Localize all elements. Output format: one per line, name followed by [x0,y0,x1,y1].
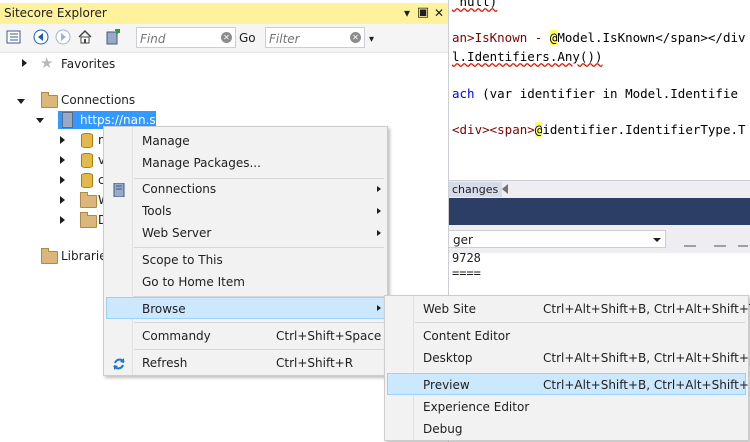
output-line: ==== [452,266,481,280]
dropdown-icon[interactable]: ▾ [400,5,414,21]
code-editor[interactable]: null) an>IsKnown - @Model.IsKnown</span>… [448,0,750,182]
database-icon [81,173,93,188]
code-line: l.Identifiers.Any()) [452,49,603,64]
output-line: 9728 [452,251,481,265]
back-icon[interactable] [33,29,49,45]
chevron-down-icon [653,238,661,242]
collapse-icon[interactable] [17,99,25,104]
submenu-arrow-icon [377,186,381,192]
forward-icon[interactable] [55,29,71,45]
menu-item-content-editor[interactable]: Content Editor [387,325,746,347]
menu-item-connections[interactable]: Connections [106,178,385,200]
code-line: <div><span>@identifier.IdentifierType.T [452,122,746,137]
align-icon[interactable] [714,233,726,247]
clear-icon[interactable]: ✕ [221,32,232,43]
menu-item-manage-packages[interactable]: Manage Packages... [106,152,385,174]
expand-icon[interactable] [60,176,65,184]
output-toolbar: ger [448,225,750,253]
explorer-toolbar: ✕ Go ✕ ▾ [0,24,448,53]
menu-separator [134,247,384,248]
expand-icon[interactable] [22,59,27,67]
align-icon[interactable] [684,233,696,247]
expand-icon[interactable] [60,156,65,164]
menu-item-experience-editor[interactable]: Experience Editor [387,396,746,418]
expand-icon[interactable] [60,196,65,204]
menu-item-web-server[interactable]: Web Server [106,222,385,244]
properties-icon[interactable] [6,29,22,45]
filter-input[interactable] [266,28,350,49]
menu-item-browse[interactable]: Browse [106,297,385,319]
panel-title: Sitecore Explorer [4,6,107,20]
menu-item-scope-to-this[interactable]: Scope to This [106,249,385,271]
output-source-select[interactable]: ger [448,230,666,248]
tab-changes[interactable]: changes [448,182,503,197]
submenu-arrow-icon [377,230,381,236]
folder-icon [41,92,58,108]
submenu-arrow-icon [377,208,381,214]
pin-icon[interactable]: ▣ [416,5,430,21]
folder-icon [80,212,97,228]
home-icon[interactable] [77,29,93,45]
find-box: ✕ [136,27,236,49]
menu-item-preview[interactable]: Preview Ctrl+Alt+Shift+B, Ctrl+Alt+Shift+… [387,373,750,395]
menu-separator [134,349,384,350]
menu-item-go-to-home[interactable]: Go to Home Item [106,271,385,293]
filter-box: ✕ [265,27,365,49]
tree-item-connections[interactable]: Connections [61,93,135,107]
code-line: an>IsKnown - @Model.IsKnown</span></div [452,30,746,45]
menu-item-manage[interactable]: Manage [106,130,385,152]
server-icon [62,112,73,128]
menu-item-desktop[interactable]: Desktop Ctrl+Alt+Shift+B, Ctrl+Alt+Shift+… [387,347,750,369]
expand-icon[interactable] [60,136,65,144]
overflow-icon[interactable]: ▾ [369,34,374,45]
go-button[interactable]: Go [239,31,256,45]
clear-icon[interactable]: ✕ [350,32,361,43]
close-icon[interactable]: ✕ [432,5,446,21]
output-source-value: ger [453,233,473,247]
menu-item-debug[interactable]: Debug [387,418,746,440]
code-line: ach (var identifier in Model.Identifie [452,86,738,101]
new-connection-icon[interactable] [105,28,121,45]
collapse-icon[interactable] [36,118,44,123]
align-icon[interactable] [738,233,748,247]
folder-icon [80,192,97,208]
tree-item-server[interactable]: https://nan.sc [80,113,162,127]
find-input[interactable] [137,28,221,49]
code-line: null) [452,0,498,9]
scroll-left-icon[interactable] [502,184,508,194]
context-menu: Manage Manage Packages... Connections To… [103,126,388,376]
database-icon [81,153,93,168]
expand-icon[interactable] [60,216,65,224]
menu-item-web-site[interactable]: Web Site Ctrl+Alt+Shift+B, Ctrl+Alt+Shift… [387,298,750,320]
database-icon [81,133,93,148]
menu-separator [415,322,745,323]
explorer-title-bar: Sitecore Explorer ▾ ▣ ✕ [0,3,448,24]
browse-submenu: Web Site Ctrl+Alt+Shift+B, Ctrl+Alt+Shift… [384,295,750,441]
tree-item-favorites[interactable]: Favorites [61,57,115,71]
menu-item-commandy[interactable]: Commandy Ctrl+Shift+Space [106,325,385,347]
folder-icon [41,248,58,264]
star-icon: ★ [40,54,54,72]
menu-separator [134,322,384,323]
menu-item-tools[interactable]: Tools [106,200,385,222]
refresh-icon [112,356,126,378]
menu-item-refresh[interactable]: Refresh Ctrl+Shift+R [106,352,385,374]
output-header [448,198,750,225]
editor-tabstrip: changes [448,180,750,200]
submenu-arrow-icon [377,305,381,311]
